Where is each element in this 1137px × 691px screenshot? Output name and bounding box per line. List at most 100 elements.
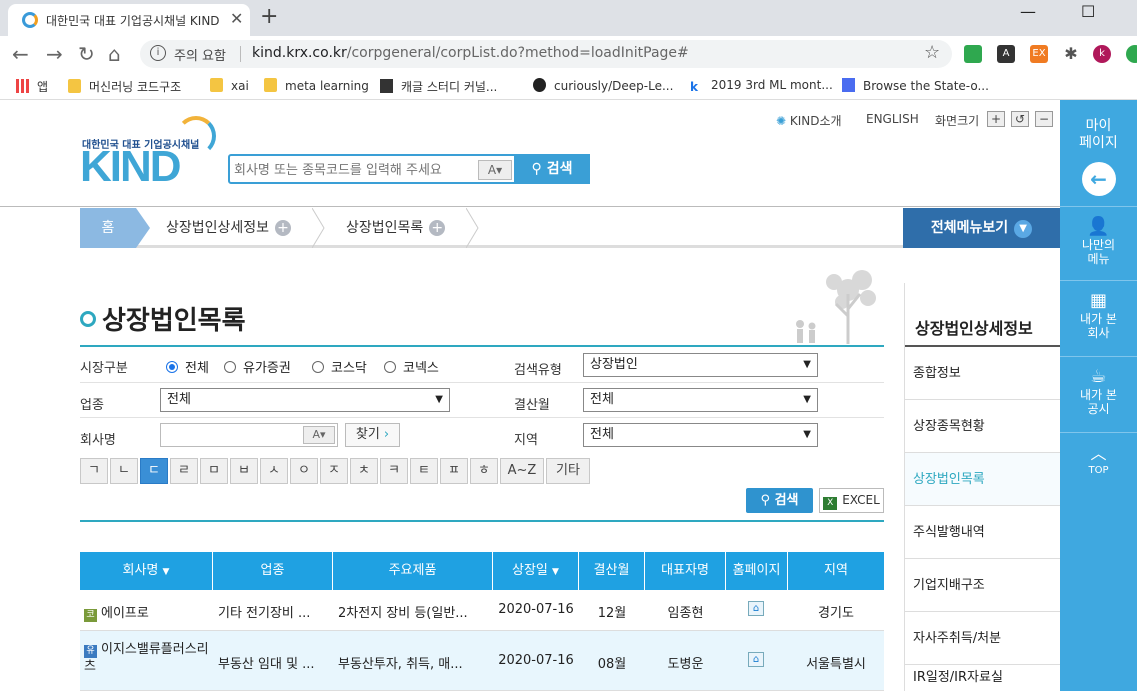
github-icon — [533, 78, 546, 92]
bookmark-apps[interactable]: 앱 — [16, 78, 48, 95]
company-name-input[interactable]: A▾ — [160, 423, 338, 447]
breadcrumb-arrow-icon — [466, 208, 479, 248]
plus-icon: + — [429, 220, 446, 236]
bookmark-github[interactable]: curiously/Deep-Le... — [533, 78, 673, 93]
side-menu-item[interactable]: 자사주취득/처분 — [905, 612, 1061, 665]
consonant-button[interactable]: ㄴ — [110, 458, 138, 484]
market-radio-kospi[interactable]: 유가증권 — [224, 357, 291, 376]
consonant-button-selected[interactable]: ㄷ — [140, 458, 168, 484]
scroll-top-button[interactable]: ︿ TOP — [1060, 446, 1137, 478]
top-search-button[interactable]: ⚲ 검색 — [514, 154, 590, 184]
consonant-button[interactable]: ㄹ — [170, 458, 198, 484]
breadcrumb-item-list[interactable]: 상장법인목록 + — [346, 208, 446, 248]
side-menu-item[interactable]: 기업지배구조 — [905, 559, 1061, 612]
homepage-link[interactable]: ⌂ — [748, 651, 768, 667]
zoom-in-button[interactable]: + — [987, 111, 1005, 127]
tab-close-icon[interactable]: ✕ — [230, 9, 243, 28]
market-badge: 유 — [84, 645, 97, 658]
consonant-button[interactable]: ㄱ — [80, 458, 108, 484]
bookmark-folder[interactable]: meta learning — [264, 78, 369, 93]
kind-about-link[interactable]: ✺ KIND소개 — [776, 112, 842, 129]
browser-tab[interactable]: 대한민국 대표 기업공시채널 KIND ✕ — [8, 4, 250, 36]
company-name-cell[interactable]: 유 이지스밸류플러스리츠 — [84, 641, 210, 675]
kaggle-icon — [380, 79, 393, 93]
title-underline — [80, 345, 884, 347]
find-company-button[interactable]: 찾기 › — [345, 423, 400, 447]
info-icon[interactable]: i — [150, 45, 166, 61]
column-header-listed[interactable]: 상장일 ▼ — [493, 552, 579, 590]
char-toggle-button[interactable]: A▾ — [478, 160, 512, 180]
mypage-toggle-button[interactable]: ← — [1060, 162, 1137, 196]
zoom-out-button[interactable]: − — [1035, 111, 1053, 127]
homepage-link[interactable]: ⌂ — [748, 600, 768, 616]
plus-icon: + — [275, 220, 292, 236]
all-menu-button[interactable]: 전체메뉴보기 ▼ — [903, 208, 1060, 248]
excel-icon: X — [823, 497, 838, 510]
company-name-cell[interactable]: 코 에이프로 — [84, 602, 210, 622]
excel-download-button[interactable]: X EXCEL — [819, 488, 884, 513]
side-menu-item[interactable]: 상장종목현황 — [905, 400, 1061, 453]
search-button[interactable]: ⚲ 검색 — [746, 488, 813, 513]
address-bar[interactable]: i 주의 요함 kind.krx.co.kr/corpgeneral/corpL… — [140, 40, 952, 68]
consonant-button[interactable]: ㅁ — [200, 458, 228, 484]
arrow-left-icon: ← — [1081, 162, 1116, 196]
search-type-select[interactable]: 상장법인 ▼ — [583, 353, 818, 377]
consonant-button[interactable]: ㅅ — [260, 458, 288, 484]
consonant-button[interactable]: ㅎ — [470, 458, 498, 484]
english-link[interactable]: ENGLISH — [866, 112, 919, 126]
consonant-button-etc[interactable]: 기타 — [546, 458, 590, 484]
viewed-company-button[interactable]: ▦ 내가 본 회사 — [1060, 290, 1137, 340]
profile-avatar[interactable]: k — [1093, 45, 1111, 63]
char-toggle-button[interactable]: A▾ — [303, 426, 335, 444]
forward-arrow-icon[interactable]: → — [46, 42, 63, 66]
site-logo[interactable]: KIND — [80, 142, 182, 192]
new-tab-button[interactable]: + — [260, 4, 278, 29]
fiscal-month-select[interactable]: 전체 ▼ — [583, 388, 818, 412]
region-select[interactable]: 전체 ▼ — [583, 423, 818, 447]
minimize-icon[interactable]: — — [1020, 2, 1036, 21]
title-bullet-icon — [80, 311, 96, 327]
breadcrumb: 홈 상장법인상세정보 + 상장법인목록 + 전체메뉴보기 ▼ — [80, 208, 1060, 248]
breadcrumb-item-detail[interactable]: 상장법인상세정보 + — [166, 208, 292, 248]
consonant-button[interactable]: ㅊ — [350, 458, 378, 484]
bookmark-folder[interactable]: 머신러닝 코드구조 — [68, 78, 181, 95]
market-radio-all[interactable]: 전체 — [166, 357, 209, 376]
extension-globe-icon[interactable] — [1126, 45, 1137, 63]
side-menu-item[interactable]: IR일정/IR자료실 — [905, 665, 1061, 691]
top-search-input[interactable] — [234, 160, 474, 180]
industry-select[interactable]: 전체 ▼ — [160, 388, 450, 412]
consonant-button[interactable]: ㅍ — [440, 458, 468, 484]
ceo-cell: 도병운 — [667, 657, 704, 672]
consonant-button[interactable]: ㅇ — [290, 458, 318, 484]
bookmark-k[interactable]: k 2019 3rd ML mont... — [690, 78, 833, 94]
url-text: kind.krx.co.kr/corpgeneral/corpList.do?m… — [252, 45, 689, 61]
extension-font-icon[interactable]: A — [997, 45, 1015, 63]
bookmark-star-icon[interactable]: ☆ — [924, 42, 940, 63]
side-menu-item-selected[interactable]: 상장법인목록 — [905, 453, 1061, 506]
consonant-button[interactable]: ㅋ — [380, 458, 408, 484]
maximize-icon[interactable]: ☐ — [1081, 2, 1095, 21]
consonant-button[interactable]: ㅂ — [230, 458, 258, 484]
consonant-button-az[interactable]: A~Z — [500, 458, 544, 484]
mypage-label[interactable]: 마이 페이지 — [1060, 118, 1137, 152]
breadcrumb-home[interactable]: 홈 — [80, 208, 136, 248]
zoom-reset-button[interactable]: ↺ — [1011, 111, 1029, 127]
back-arrow-icon[interactable]: ← — [12, 42, 29, 66]
consonant-button[interactable]: ㅈ — [320, 458, 348, 484]
market-radio-kosdaq[interactable]: 코스닥 — [312, 357, 367, 376]
extension-ex-icon[interactable]: EX — [1030, 45, 1048, 63]
reload-icon[interactable]: ↻ — [78, 42, 95, 66]
my-menu-button[interactable]: 👤 나만의 메뉴 — [1060, 216, 1137, 266]
bookmark-paperswithcode[interactable]: Browse the State-o... — [842, 78, 989, 93]
bookmark-kaggle[interactable]: 캐글 스터디 커널... — [380, 78, 497, 95]
extension-tab-icon[interactable] — [964, 45, 982, 63]
market-radio-konex[interactable]: 코넥스 — [384, 357, 439, 376]
bookmark-folder[interactable]: xai — [210, 78, 249, 93]
side-menu-item[interactable]: 주식발행내역 — [905, 506, 1061, 559]
viewed-disclosure-button[interactable]: ☕ 내가 본 공시 — [1060, 366, 1137, 416]
side-menu-item[interactable]: 종합정보 — [905, 347, 1061, 400]
extensions-puzzle-icon[interactable]: ✱ — [1062, 45, 1080, 63]
home-icon[interactable]: ⌂ — [108, 42, 121, 66]
consonant-button[interactable]: ㅌ — [410, 458, 438, 484]
column-header-company[interactable]: 회사명 ▼ — [80, 552, 213, 590]
